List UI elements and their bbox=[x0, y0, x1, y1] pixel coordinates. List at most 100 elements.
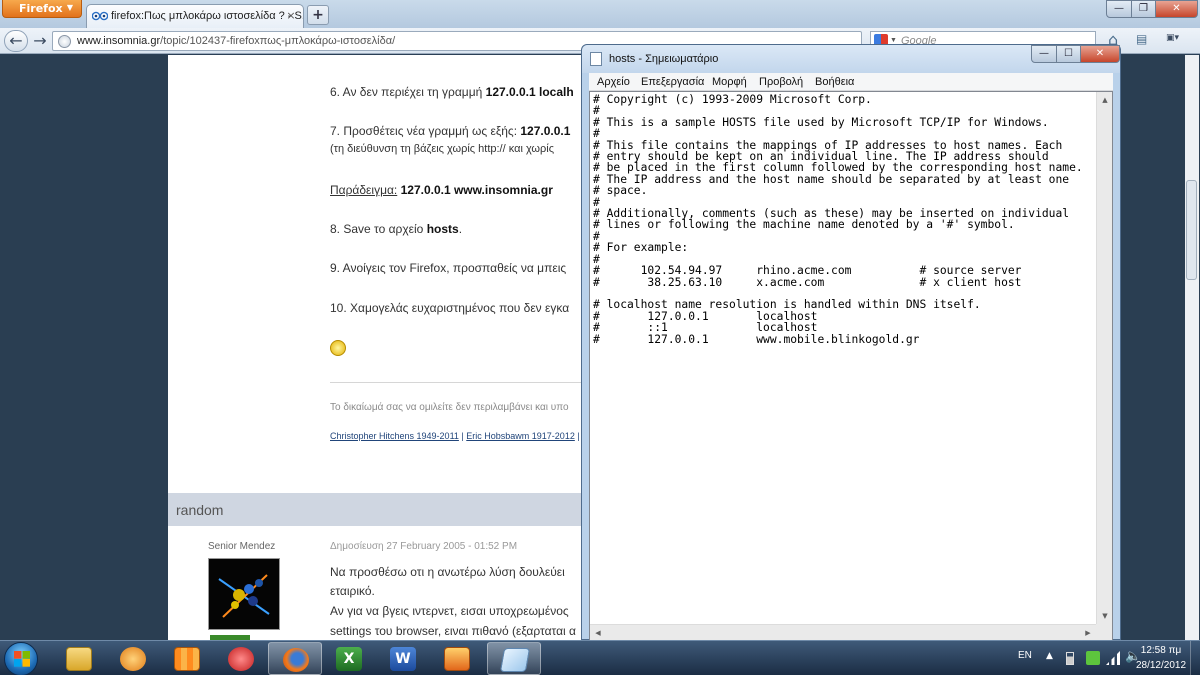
signature-text: Το δικαίωμά σας να ομιλείτε δεν περιλαμβ… bbox=[330, 402, 569, 413]
taskbar-media-player[interactable] bbox=[106, 642, 160, 675]
example-label: Παράδειγμα: bbox=[330, 183, 398, 197]
insomnia-favicon-icon bbox=[92, 11, 108, 21]
post-step-8: 8. Save το αρχείο hosts. bbox=[330, 222, 462, 236]
step-7-text: 7. Προσθέτεις νέα γραμμή ως εξής: bbox=[330, 124, 521, 138]
step-6-bold: 127.0.0.1 localh bbox=[485, 85, 574, 99]
scroll-up-arrow-icon[interactable]: ▲ bbox=[1097, 92, 1112, 108]
menu-view[interactable]: Προβολή bbox=[759, 76, 803, 88]
smiley-icon bbox=[330, 340, 346, 356]
taskbar-word[interactable]: W bbox=[376, 642, 430, 675]
notepad-close-button[interactable]: ✕ bbox=[1080, 45, 1120, 63]
notepad-minimize-button[interactable]: — bbox=[1031, 45, 1057, 63]
app-grid-icon bbox=[174, 647, 200, 671]
globe-icon bbox=[58, 35, 71, 48]
notepad-maximize-button[interactable]: ☐ bbox=[1056, 45, 1081, 63]
clock-date[interactable]: 28/12/2012 bbox=[1132, 660, 1190, 671]
menu-format[interactable]: Μορφή bbox=[712, 76, 747, 88]
bookmarks-icon[interactable]: ▤ bbox=[1136, 32, 1147, 46]
close-window-button[interactable]: ✕ bbox=[1155, 0, 1198, 18]
notepad-icon bbox=[590, 52, 602, 66]
taskbar-app-red[interactable] bbox=[214, 642, 268, 675]
notepad-horizontal-scrollbar[interactable]: ◀ ▶ bbox=[590, 624, 1096, 640]
reply-line-1: Να προσθέσω οτι η ανωτέρω λύση δουλεύει bbox=[330, 565, 565, 579]
network-signal-icon[interactable] bbox=[1106, 651, 1120, 665]
chevron-down-icon: ▼ bbox=[66, 3, 73, 12]
resize-grip[interactable] bbox=[1096, 624, 1112, 640]
step-8-text: 8. Save το αρχείο bbox=[330, 222, 427, 236]
menu-edit[interactable]: Επεξεργασία bbox=[641, 76, 704, 88]
notepad-vertical-scrollbar[interactable]: ▲ ▼ bbox=[1096, 92, 1112, 624]
language-indicator[interactable]: EN bbox=[1018, 650, 1032, 661]
scroll-left-arrow-icon[interactable]: ◀ bbox=[590, 625, 606, 640]
notepad-menubar: Αρχείο Επεξεργασία Μορφή Προβολή Βοήθεια bbox=[589, 73, 1113, 91]
step-6-text: 6. Αν δεν περιέχει τη γραμμή bbox=[330, 85, 486, 99]
author-name[interactable]: Senior Mendez bbox=[208, 541, 275, 552]
chevron-down-icon[interactable]: ▼ bbox=[890, 37, 897, 44]
new-tab-button[interactable]: + bbox=[307, 5, 329, 25]
signature-divider bbox=[330, 382, 588, 383]
hosts-file-content[interactable]: # Copyright (c) 1993-2009 Microsoft Corp… bbox=[593, 94, 1083, 345]
post-step-7-note: (τη διεύθυνση τη βάζεις χωρίς http:// κα… bbox=[330, 143, 555, 155]
clock-time[interactable]: 12:58 πμ bbox=[1134, 645, 1188, 656]
tab-title: firefox:Πως μπλοκάρω ιστοσελίδα ? - S... bbox=[111, 10, 304, 22]
notepad-title: hosts - Σημειωματάριο bbox=[609, 53, 719, 65]
step-8-end: . bbox=[458, 222, 463, 236]
menu-file[interactable]: Αρχείο bbox=[597, 76, 630, 88]
toolbar-overflow-icon[interactable]: ▣▾ bbox=[1166, 33, 1186, 49]
firefox-menu-label: Firefox bbox=[19, 2, 63, 15]
reply-line-4: settings του browser, ειναι πιθανό (εξαρ… bbox=[330, 624, 576, 638]
post-step-9: 9. Ανοίγεις τον Firefox, προσπαθείς να μ… bbox=[330, 261, 567, 275]
excel-icon: X bbox=[336, 647, 362, 671]
taskbar-file-explorer[interactable] bbox=[52, 642, 106, 675]
notepad-text-area[interactable]: # Copyright (c) 1993-2009 Microsoft Corp… bbox=[589, 91, 1113, 641]
post-section-header: random bbox=[168, 493, 588, 526]
start-button[interactable] bbox=[4, 642, 38, 675]
step-8-bold: hosts bbox=[426, 222, 459, 236]
page-scrollbar-thumb[interactable] bbox=[1186, 180, 1197, 280]
section-title: random bbox=[176, 502, 224, 518]
menu-help[interactable]: Βοήθεια bbox=[815, 76, 854, 88]
browser-tab[interactable]: firefox:Πως μπλοκάρω ιστοσελίδα ? - S... bbox=[86, 4, 304, 28]
page-scrollbar[interactable] bbox=[1185, 55, 1199, 640]
url-path: /topic/102437-firefoxπως-μπλοκάρω-ιστοσε… bbox=[160, 35, 396, 47]
url-host: www.insomnia.gr bbox=[77, 35, 161, 47]
signature-link-hitchens[interactable]: Christopher Hitchens 1949-2011 bbox=[330, 431, 459, 441]
taskbar-app-toolbox[interactable] bbox=[430, 642, 484, 675]
folder-icon bbox=[66, 647, 92, 671]
taskbar-app-orange[interactable] bbox=[160, 642, 214, 675]
post-example: Παράδειγμα: 127.0.0.1 www.insomnia.gr bbox=[330, 183, 553, 197]
back-arrow-icon[interactable]: ← bbox=[4, 30, 28, 52]
show-hidden-icons-icon[interactable]: ▲ bbox=[1046, 651, 1053, 661]
show-desktop-button[interactable] bbox=[1190, 641, 1200, 675]
example-value: 127.0.0.1 www.insomnia.gr bbox=[400, 183, 553, 197]
battery-icon[interactable] bbox=[1066, 652, 1074, 665]
post-step-6: 6. Αν δεν περιέχει τη γραμμή 127.0.0.1 l… bbox=[330, 85, 574, 99]
taskbar: X W EN ▲ 🔈 12:58 πμ 28/12/2012 bbox=[0, 640, 1200, 675]
taskbar-excel[interactable]: X bbox=[322, 642, 376, 675]
post-step-7: 7. Προσθέτεις νέα γραμμή ως εξής: 127.0.… bbox=[330, 124, 570, 138]
step-7-bold: 127.0.0.1 bbox=[520, 124, 571, 138]
signature-tail: | bbox=[574, 431, 580, 441]
reply-line-2: εταιρικό. bbox=[330, 584, 375, 598]
post-date: Δημοσίευση 27 February 2005 - 01:52 PM bbox=[330, 541, 518, 552]
avatar[interactable] bbox=[208, 558, 280, 630]
notepad-icon bbox=[499, 648, 531, 672]
close-tab-icon[interactable]: × bbox=[284, 9, 298, 23]
minimize-button[interactable]: — bbox=[1106, 0, 1132, 18]
notepad-titlebar[interactable]: hosts - Σημειωματάριο — ☐ ✕ bbox=[582, 45, 1120, 73]
word-icon: W bbox=[390, 647, 416, 671]
avatar-molecule-image bbox=[209, 559, 279, 629]
scroll-down-arrow-icon[interactable]: ▼ bbox=[1097, 608, 1112, 624]
maximize-button[interactable]: ❐ bbox=[1131, 0, 1156, 18]
forum-post-content: 6. Αν δεν περιέχει τη γραμμή 127.0.0.1 l… bbox=[168, 55, 588, 640]
action-center-icon[interactable] bbox=[1086, 651, 1100, 665]
browser-tab-bar: Firefox ▼ firefox:Πως μπλοκάρω ιστοσελίδ… bbox=[0, 0, 1200, 28]
taskbar-notepad[interactable] bbox=[487, 642, 541, 675]
firefox-menu-button[interactable]: Firefox ▼ bbox=[2, 0, 82, 18]
firefox-icon bbox=[283, 648, 309, 672]
signature-links: Christopher Hitchens 1949-2011 | Eric Ho… bbox=[330, 431, 580, 441]
scroll-right-arrow-icon[interactable]: ▶ bbox=[1080, 625, 1096, 640]
signature-link-hobsbawm[interactable]: Eric Hobsbawm 1917-2012 bbox=[466, 431, 575, 441]
forward-arrow-icon[interactable]: → bbox=[30, 31, 50, 51]
taskbar-firefox[interactable] bbox=[268, 642, 322, 675]
